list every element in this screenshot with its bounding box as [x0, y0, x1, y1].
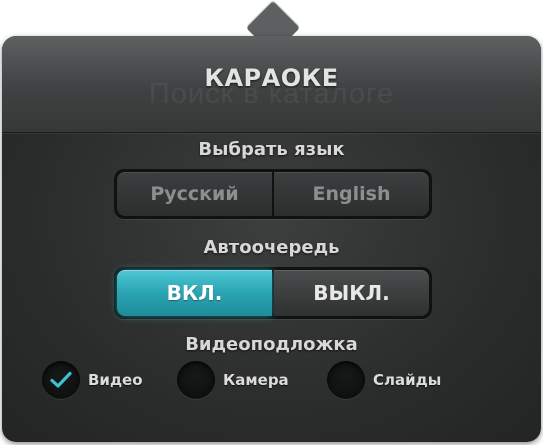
autoqueue-off-button[interactable]: ВЫКЛ. — [274, 270, 429, 316]
video-background-section-label: Видеоподложка — [185, 334, 358, 355]
check-icon — [50, 371, 72, 388]
karaoke-settings-screen: Поиск в каталоге КАРАОКЕ Выбрать язык Ру… — [0, 0, 543, 445]
autoqueue-segmented-control: ВКЛ. ВЫКЛ. — [114, 267, 432, 319]
autoqueue-section-label: Автоочередь — [203, 237, 340, 258]
language-russian-button[interactable]: Русский — [117, 172, 272, 216]
radio-camera-circle[interactable] — [177, 361, 215, 399]
language-english-button[interactable]: English — [274, 172, 429, 216]
radio-video[interactable]: Видео — [42, 361, 143, 399]
language-section-label: Выбрать язык — [198, 139, 345, 160]
radio-camera[interactable]: Камера — [177, 361, 289, 399]
language-segmented-control: Русский English — [114, 169, 432, 219]
radio-slides-circle[interactable] — [327, 361, 365, 399]
radio-video-circle[interactable] — [42, 361, 80, 399]
video-background-radio-group: Видео Камера Слайды — [42, 361, 512, 403]
autoqueue-on-button[interactable]: ВКЛ. — [117, 270, 272, 316]
popover-title: КАРАОКЕ — [204, 64, 339, 92]
radio-video-label: Видео — [88, 371, 143, 389]
radio-camera-label: Камера — [223, 371, 289, 389]
radio-slides-label: Слайды — [373, 371, 442, 389]
radio-slides[interactable]: Слайды — [327, 361, 441, 399]
